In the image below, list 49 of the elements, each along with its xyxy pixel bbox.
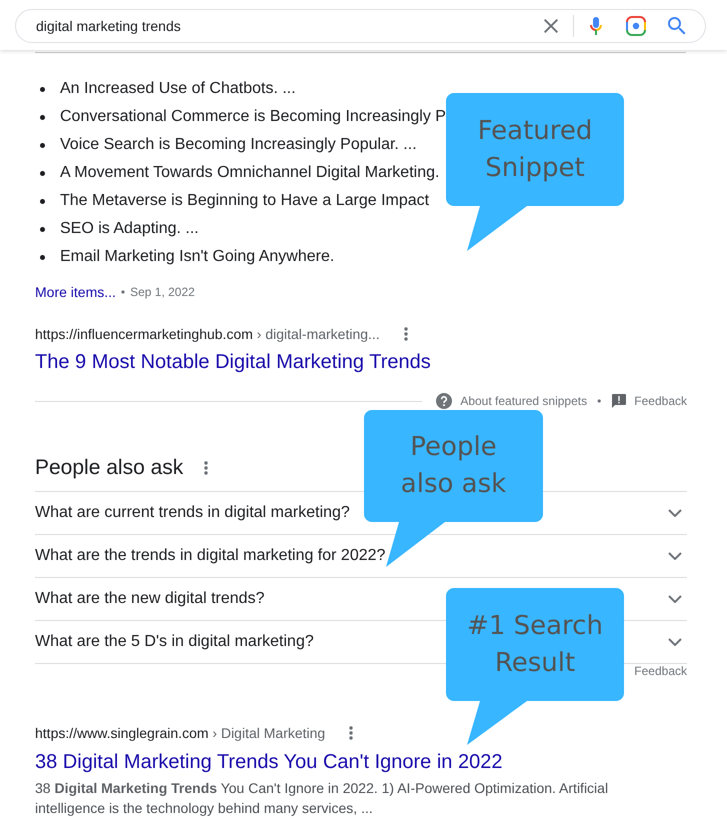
question-text[interactable]: What are the 5 D's in digital marketing? [35, 632, 314, 652]
list-item-text: A Movement Towards Omnichannel Digital Marketing. [60, 163, 440, 183]
bullet-icon [40, 114, 45, 120]
bullet-icon [40, 198, 45, 204]
chevron-icon[interactable] [668, 638, 682, 646]
list-item-text: Voice Search is Becoming Increasingly Popular. ... [60, 135, 417, 155]
close-icon[interactable] [544, 19, 558, 33]
three-dots-icon[interactable] [349, 726, 354, 740]
result-title-link[interactable]: 38 Digital Marketing Trends You Can't Ignore in 2022 [35, 749, 502, 775]
list-item-text: The Metaverse is Beginning to Have a Large Impact [60, 191, 430, 211]
bullet-icon [40, 254, 45, 260]
microphone-icon[interactable] [590, 17, 602, 35]
feedback-link[interactable]: Feedback [634, 664, 687, 678]
result-snippet: 38 Digital Marketing Trends You Can't Ignore in 2022. 1) AI-Powered Optimization. Artificial intelligence is the technology behind many services, ... [35, 779, 610, 818]
bullet-icon [40, 142, 45, 148]
date-text: Sep 1, 2022 [130, 284, 195, 300]
help-icon[interactable] [436, 393, 452, 409]
question-text[interactable]: What are the new digital trends? [35, 589, 264, 609]
section-heading: People also ask [35, 455, 184, 481]
search-icon[interactable] [668, 17, 686, 35]
chevron-icon[interactable] [668, 595, 682, 603]
three-dots-icon[interactable] [204, 461, 208, 475]
list-item-text: An Increased Use of Chatbots. ... [60, 79, 296, 99]
camera-icon[interactable] [626, 16, 646, 36]
callout-label: Featured Snippet [476, 114, 594, 184]
feedback-link[interactable]: Feedback [634, 394, 687, 408]
separator-dot: • [120, 284, 126, 300]
list-item-text: Email Marketing Isn't Going Anywhere. [60, 247, 334, 267]
separator-dot: • [597, 393, 602, 409]
list-item-text: SEO is Adapting. ... [60, 219, 199, 239]
more-items-link[interactable]: More items... [35, 283, 116, 301]
result-title-link[interactable]: The 9 Most Notable Digital Marketing Trends [35, 349, 431, 375]
three-dots-icon[interactable] [404, 327, 408, 341]
question-text[interactable]: What are current trends in digital marketing? [35, 503, 350, 523]
chevron-icon[interactable] [668, 509, 682, 517]
result-url: https://www.singlegrain.com › Digital Marketing [35, 724, 326, 742]
chevron-icon[interactable] [668, 552, 682, 560]
callout-label: #1 Search Result [466, 610, 604, 680]
bullet-icon [40, 226, 45, 232]
bullet-icon [40, 170, 45, 176]
callout-label: People also ask [400, 431, 508, 501]
exclamation-bubble-icon[interactable] [612, 394, 626, 408]
bullet-icon [40, 86, 45, 92]
search-input[interactable]: digital marketing trends [16, 15, 540, 37]
about-snippets-link[interactable]: About featured snippets [460, 393, 588, 409]
question-text[interactable]: What are the trends in digital marketing for 2022? [35, 546, 386, 566]
result-url: https://influencermarketinghub.com › digital-marketing... [35, 325, 380, 343]
search-bar[interactable]: digital marketing trends [15, 9, 706, 43]
list-item-text: Conversational Commerce is Becoming Increasingly P [60, 107, 446, 127]
